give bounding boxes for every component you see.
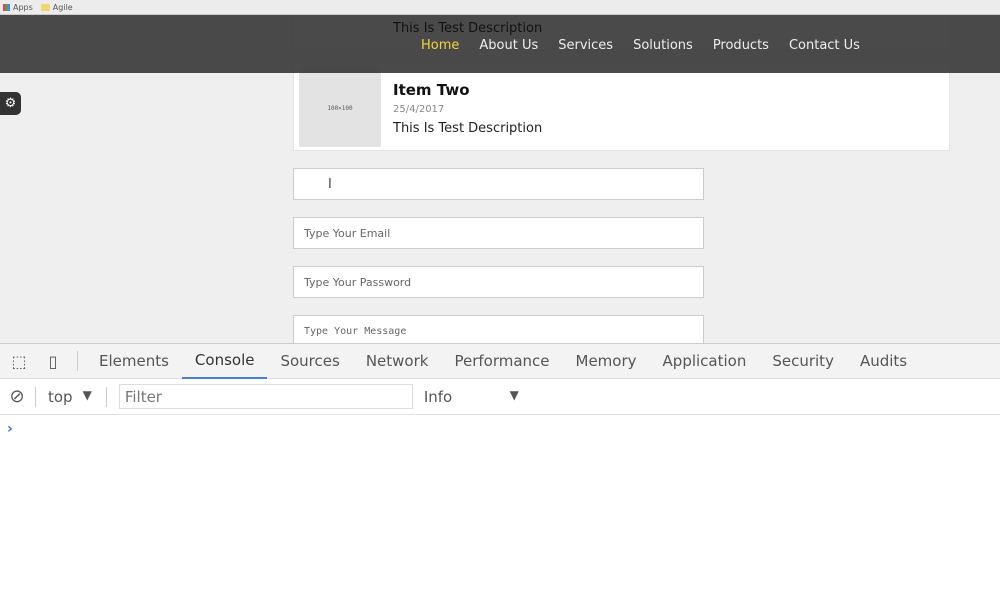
- apps-icon: [3, 3, 10, 11]
- tab-sources[interactable]: Sources: [267, 344, 352, 379]
- main-nav: Home About Us Services Solutions Product…: [421, 38, 860, 53]
- log-level-selector[interactable]: Info ▼: [424, 388, 519, 406]
- clear-console-icon[interactable]: ⊘: [7, 386, 27, 407]
- filter-input[interactable]: Filter: [118, 384, 413, 409]
- card-date: 25/4/2017: [393, 104, 445, 115]
- nav-products[interactable]: Products: [713, 38, 769, 53]
- webpage: This Is Test Description 100×100 Item Tw…: [0, 15, 1000, 343]
- console-toolbar: ⊘ top ▼ Filter Info ▼: [0, 379, 1000, 415]
- bookmark-apps[interactable]: Apps: [3, 3, 33, 12]
- name-input[interactable]: I: [293, 168, 704, 200]
- dropdown-arrow-icon: ▼: [509, 387, 519, 402]
- console-prompt[interactable]: ›: [0, 415, 1000, 437]
- tab-audits[interactable]: Audits: [847, 344, 920, 379]
- bookmark-agile[interactable]: Agile: [40, 3, 73, 12]
- nav-contact[interactable]: Contact Us: [789, 38, 860, 53]
- folder-icon: [40, 3, 50, 11]
- nav-services[interactable]: Services: [558, 38, 613, 53]
- divider: [35, 386, 36, 407]
- thumbnail-image: 100×100: [299, 69, 381, 147]
- inspect-element-icon[interactable]: ⬚: [9, 351, 29, 371]
- tab-network[interactable]: Network: [353, 344, 442, 379]
- nav-solutions[interactable]: Solutions: [633, 38, 693, 53]
- gear-icon[interactable]: ⚙: [0, 92, 21, 115]
- devtools-tabbar: ⬚ ▯ Elements Console Sources Network Per…: [0, 344, 1000, 379]
- nav-home[interactable]: Home: [421, 38, 459, 53]
- context-selector[interactable]: top ▼: [48, 388, 92, 406]
- email-input[interactable]: Type Your Email: [293, 217, 704, 249]
- tab-security[interactable]: Security: [759, 344, 847, 379]
- card-title: Item Two: [393, 81, 470, 99]
- card-description: This Is Test Description: [393, 121, 543, 136]
- tab-application[interactable]: Application: [650, 344, 760, 379]
- divider: [105, 386, 107, 407]
- tab-elements[interactable]: Elements: [86, 344, 182, 379]
- password-input[interactable]: Type Your Password: [293, 266, 704, 298]
- tab-console[interactable]: Console: [181, 344, 268, 379]
- tab-performance[interactable]: Performance: [441, 344, 562, 379]
- nav-about[interactable]: About Us: [479, 38, 538, 53]
- bookmarks-bar: Apps Agile: [0, 0, 1000, 15]
- devtools-panel: ⬚ ▯ Elements Console Sources Network Per…: [0, 343, 1000, 600]
- item-two-card: 100×100 Item Two 25/4/2017 This Is Test …: [293, 63, 950, 151]
- card-description: This Is Test Description: [393, 21, 543, 36]
- tab-memory[interactable]: Memory: [563, 344, 650, 379]
- text-cursor-icon: I: [328, 176, 332, 192]
- divider: [77, 351, 78, 371]
- message-textarea[interactable]: Type Your Message: [293, 315, 704, 343]
- dropdown-arrow-icon: ▼: [82, 387, 92, 402]
- device-toolbar-icon[interactable]: ▯: [43, 351, 63, 371]
